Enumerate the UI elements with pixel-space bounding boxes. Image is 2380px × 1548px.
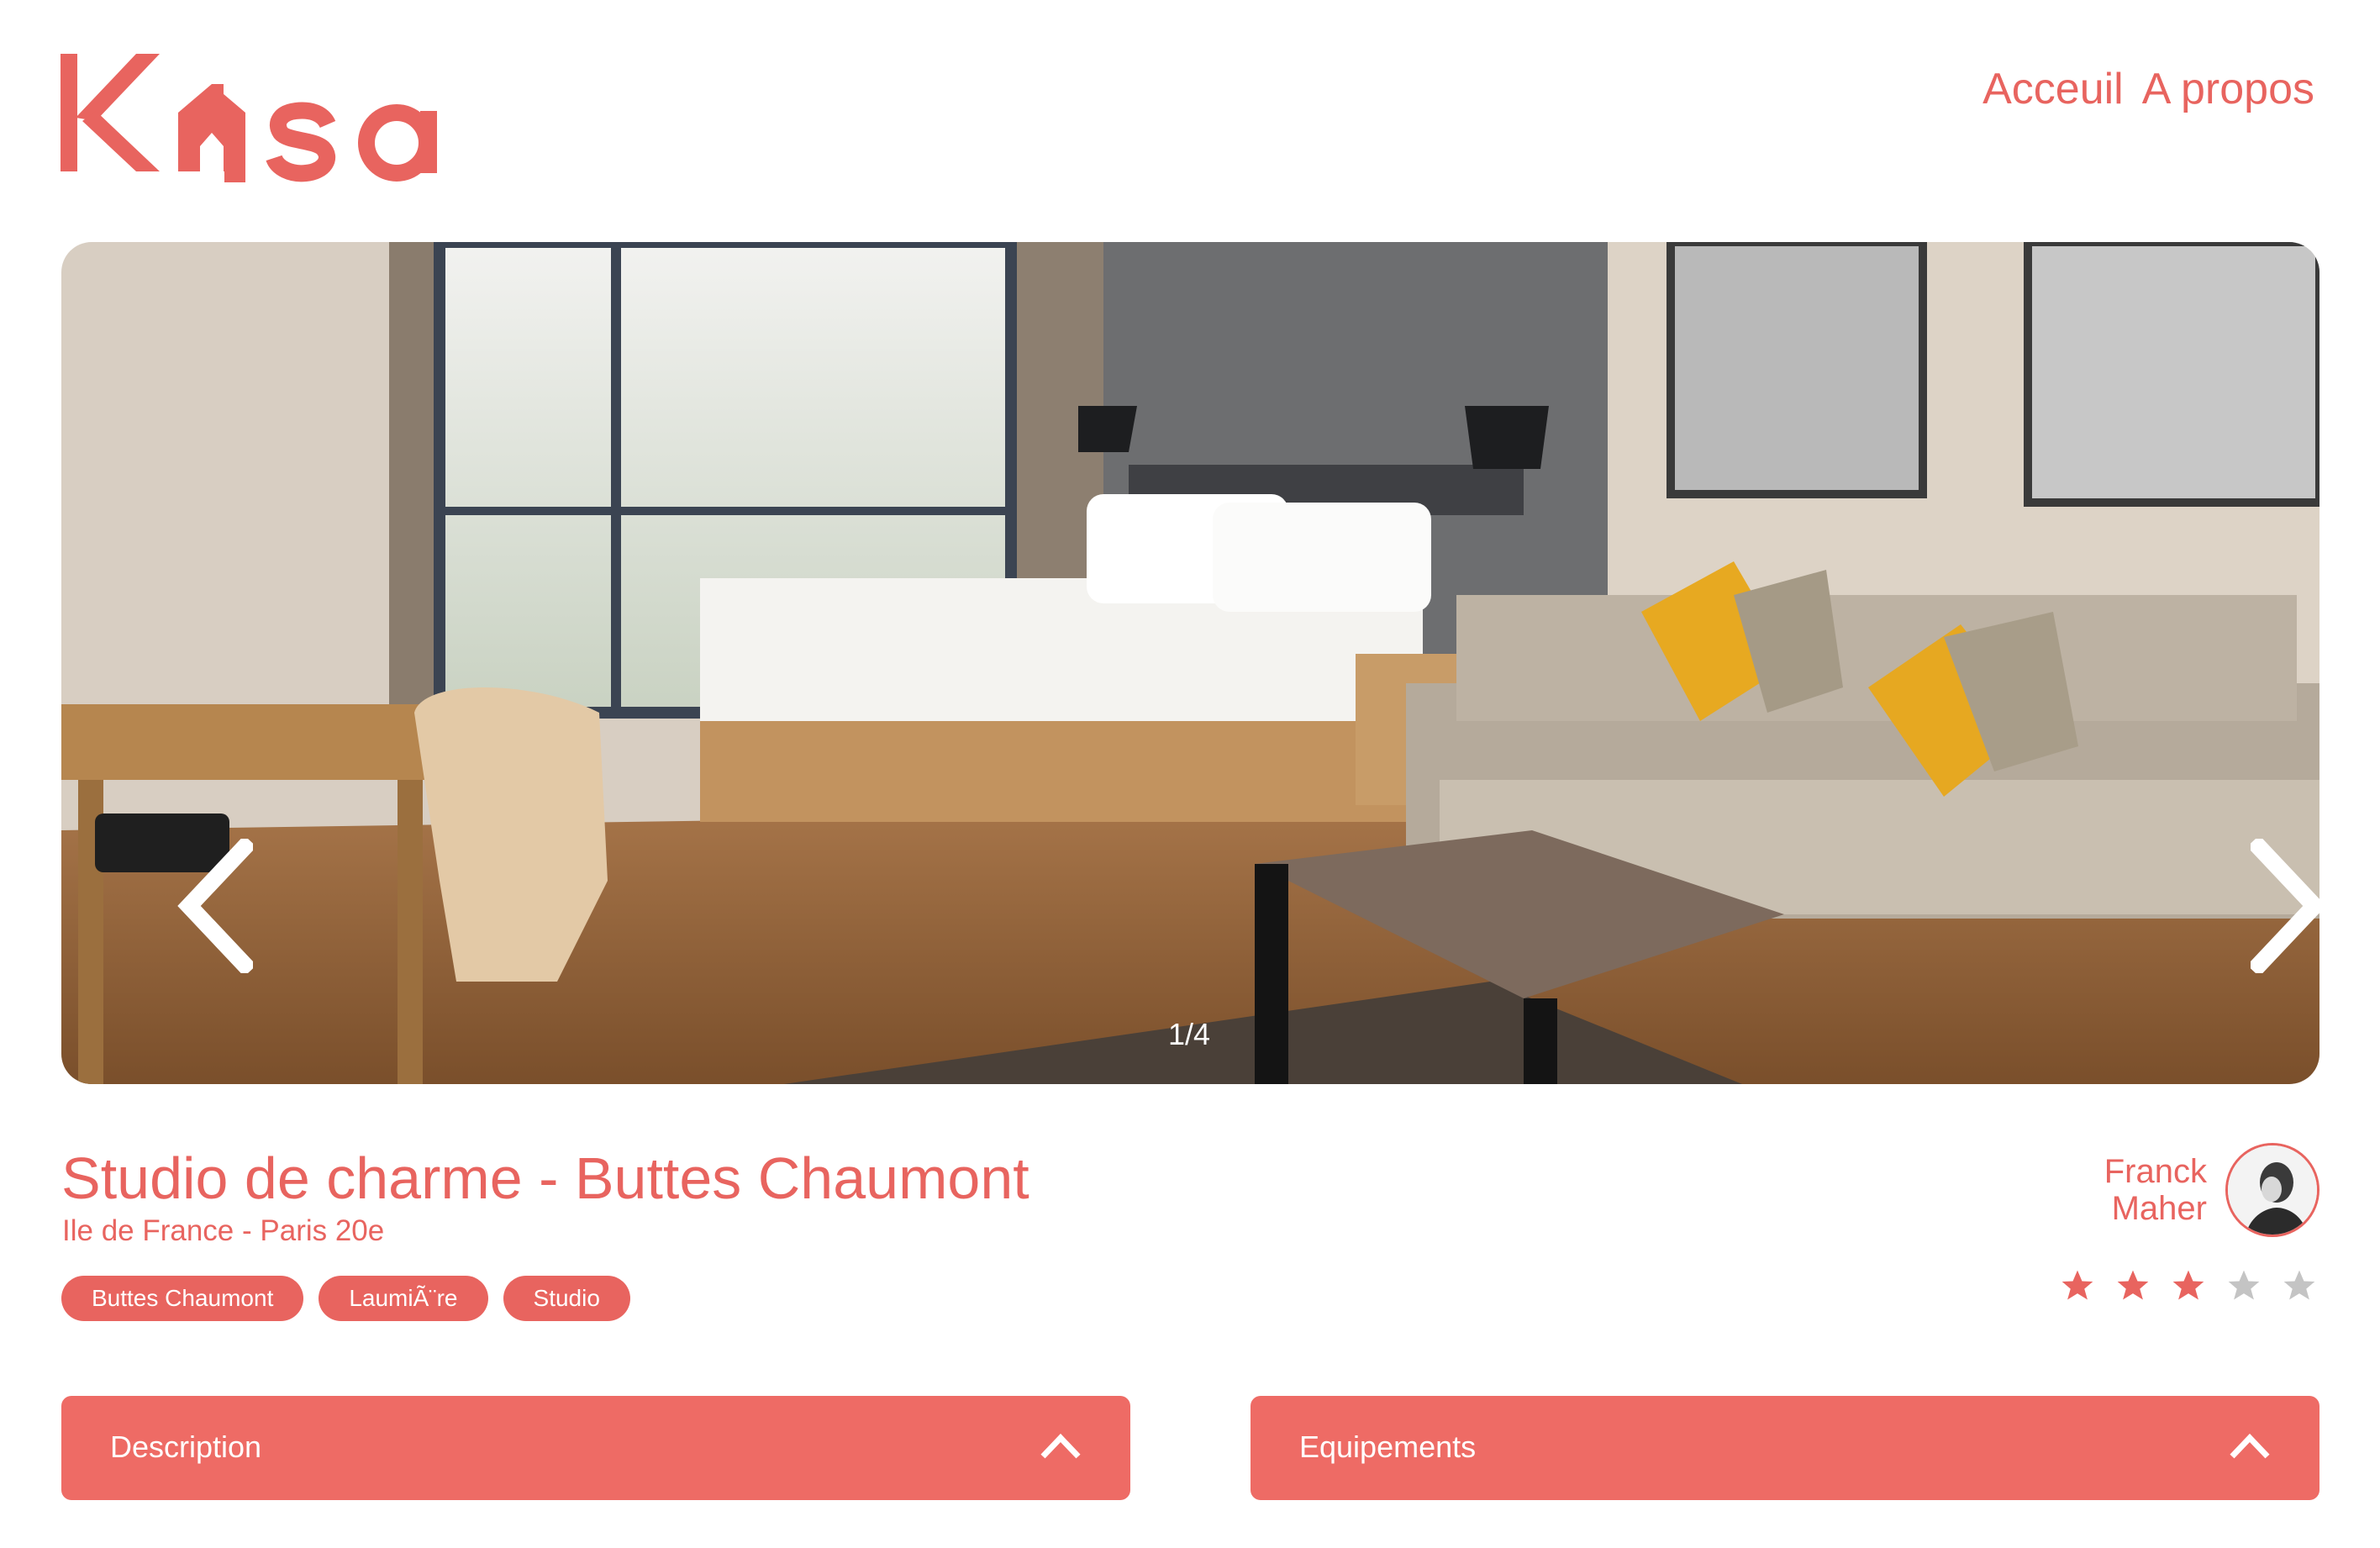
avatar: [2225, 1143, 2319, 1237]
carousel-counter: 1/4: [1167, 1017, 1211, 1051]
tag: LaumiÃ¨re: [319, 1276, 488, 1321]
listing-title: Studio de charme - Buttes Chaumont: [61, 1145, 1029, 1211]
equipments-collapse[interactable]: Equipements: [1251, 1396, 2319, 1500]
main-nav: Acceuil A propos: [1982, 64, 2314, 114]
kasa-logo[interactable]: [61, 52, 464, 187]
tag: Studio: [503, 1276, 630, 1321]
host-last-name: Maher: [2111, 1190, 2207, 1227]
listing-location: Ile de France - Paris 20e: [62, 1214, 385, 1247]
host-card: Franck Maher: [2104, 1143, 2319, 1237]
star-icon: [2172, 1270, 2204, 1300]
listing-photo: [61, 242, 2319, 1084]
header: Acceuil A propos: [0, 0, 2380, 193]
photo-carousel: [61, 242, 2319, 1084]
chevron-left-icon[interactable]: [177, 839, 253, 973]
description-title: Description: [110, 1430, 262, 1464]
host-first-name: Franck: [2104, 1153, 2207, 1190]
star-icon: [2228, 1270, 2260, 1300]
chevron-right-icon[interactable]: [2251, 839, 2319, 973]
star-icon: [2283, 1270, 2315, 1300]
nav-home-link[interactable]: Acceuil: [1982, 64, 2124, 114]
chevron-up-icon[interactable]: [2229, 1431, 2271, 1460]
nav-about-link[interactable]: A propos: [2142, 64, 2314, 114]
star-icon: [2117, 1270, 2149, 1300]
equipments-title: Equipements: [1299, 1430, 1477, 1464]
description-collapse[interactable]: Description: [61, 1396, 1130, 1500]
tag-list: Buttes Chaumont LaumiÃ¨re Studio: [61, 1276, 630, 1321]
star-icon: [2061, 1270, 2093, 1300]
rating: [2059, 1267, 2318, 1304]
chevron-up-icon[interactable]: [1040, 1431, 1082, 1460]
host-photo: [2228, 1145, 2317, 1235]
host-name: Franck Maher: [2104, 1153, 2207, 1227]
tag: Buttes Chaumont: [61, 1276, 304, 1321]
